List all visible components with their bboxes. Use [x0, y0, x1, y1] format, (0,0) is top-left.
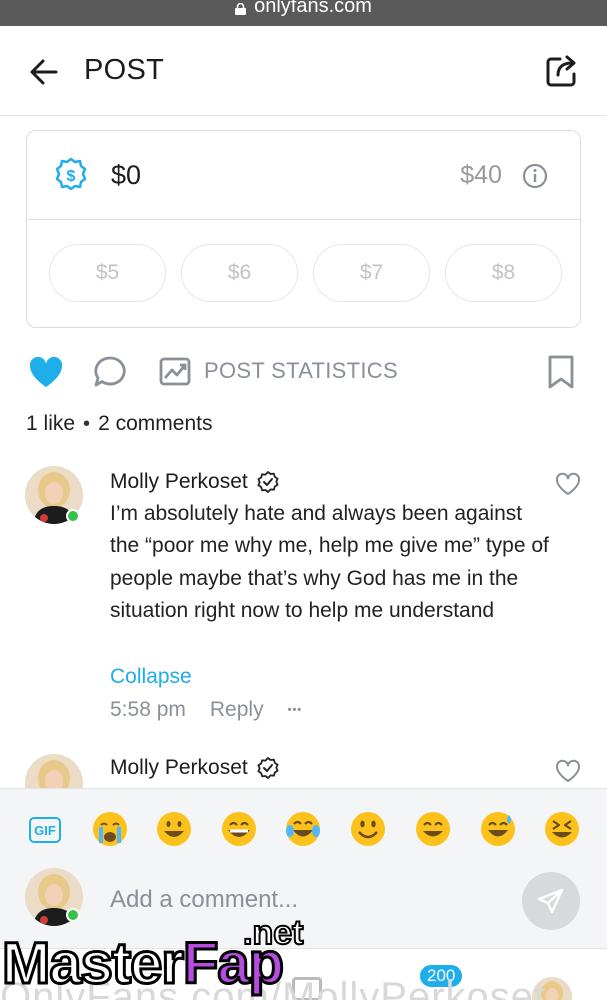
avatar-image: [25, 754, 83, 788]
online-status-dot: [66, 509, 80, 523]
dollar-badge-icon: $: [55, 157, 87, 191]
url-text: onlyfans.com: [254, 0, 372, 17]
comment-author[interactable]: Molly Perkoset: [110, 756, 280, 780]
tip-panel: $ $0 $40 $5 $6 $7 $8: [26, 130, 581, 328]
tip-preset-button[interactable]: $8: [445, 244, 562, 302]
tip-value: $0: [111, 160, 142, 190]
browser-url-bar[interactable]: onlyfans.com: [0, 0, 607, 26]
bookmark-icon[interactable]: [545, 354, 577, 390]
tip-preset-button[interactable]: $7: [313, 244, 430, 302]
comment-author-name: Molly Perkoset: [110, 470, 248, 493]
post-statistics-button[interactable]: POST STATISTICS: [158, 354, 398, 388]
post-counts: 1 like • 2 comments: [26, 412, 212, 436]
emoji-bar: GIF: [0, 788, 607, 868]
reply-link[interactable]: Reply: [210, 698, 264, 722]
likes-number: 1: [26, 412, 38, 435]
more-options-button[interactable]: •••: [288, 704, 303, 716]
tip-preset-button[interactable]: $5: [49, 244, 166, 302]
post-statistics-label: POST STATISTICS: [204, 358, 398, 383]
svg-text:$: $: [67, 168, 76, 185]
comment-time: 5:58 pm: [110, 698, 186, 721]
tip-preset-button[interactable]: $6: [181, 244, 298, 302]
share-icon[interactable]: [544, 53, 580, 89]
comment-heart-icon[interactable]: [555, 759, 581, 783]
post-actions: POST STATISTICS: [0, 350, 607, 396]
squinting-face-icon[interactable]: [544, 811, 580, 847]
comment-author[interactable]: Molly Perkoset: [110, 470, 280, 494]
verified-badge-icon: [257, 471, 279, 493]
page-header: POST: [0, 26, 607, 116]
collapse-link[interactable]: Collapse: [110, 665, 192, 689]
online-status-dot: [66, 908, 80, 922]
chart-image-icon: [159, 357, 191, 386]
tip-max-value: $40: [460, 161, 502, 189]
lock-icon: [235, 3, 247, 15]
ghost-watermark-text: OnlyFans.com/MollyPerkoset: [0, 975, 547, 1000]
separator-dot: •: [83, 412, 91, 435]
comment-text: I’m absolutely hate and always been agai…: [110, 502, 549, 622]
comments-number: 2: [98, 412, 110, 435]
heart-filled-icon[interactable]: [27, 354, 65, 390]
tip-presets: $5 $6 $7 $8: [49, 244, 562, 302]
loudly-crying-face-icon[interactable]: [92, 811, 128, 847]
grinning-smiling-eyes-face-icon[interactable]: [415, 811, 451, 847]
comment-bubble-icon[interactable]: [92, 354, 128, 390]
tip-amount-row[interactable]: $ $0 $40: [27, 131, 580, 220]
gif-button[interactable]: GIF: [29, 817, 61, 843]
comments-label: comments: [115, 412, 213, 435]
tears-of-joy-face-icon[interactable]: [285, 811, 321, 847]
comment-meta: 5:58 pm Reply •••: [110, 698, 302, 722]
grinning-face-icon[interactable]: [156, 811, 192, 847]
back-arrow-icon[interactable]: [28, 56, 60, 88]
page-title: POST: [84, 54, 165, 86]
comment-input[interactable]: [110, 882, 500, 918]
info-icon[interactable]: [522, 163, 548, 189]
beaming-face-icon[interactable]: [221, 811, 257, 847]
verified-badge-icon: [257, 757, 279, 779]
comment-heart-icon[interactable]: [555, 472, 581, 496]
comment-composer: [0, 868, 607, 948]
likes-count[interactable]: 1 like: [26, 412, 75, 436]
send-button[interactable]: [522, 872, 580, 930]
send-icon: [537, 888, 564, 914]
comments-count[interactable]: 2 comments: [98, 412, 212, 436]
avatar[interactable]: [25, 754, 83, 788]
smiling-face-icon[interactable]: [350, 811, 386, 847]
sweat-smile-face-icon[interactable]: [480, 811, 516, 847]
likes-label: like: [43, 412, 76, 435]
comment-author-name: Molly Perkoset: [110, 756, 248, 779]
